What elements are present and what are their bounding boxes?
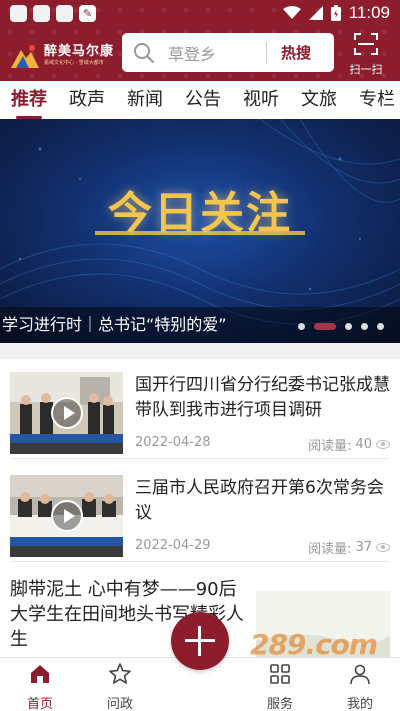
read-count-label: 阅读量: <box>308 542 352 557</box>
eye-icon <box>376 543 390 552</box>
scan-button[interactable]: 扫一扫 <box>344 33 388 76</box>
notification-icons: ✎ <box>10 5 96 22</box>
play-video-icon[interactable] <box>51 500 83 532</box>
hot-search-button[interactable]: 热搜 <box>281 42 311 63</box>
nav-home-label: 首页 <box>26 697 53 711</box>
news-item[interactable]: 三届市人民政府召开第6次常务会议 2022-04-29 阅读量: 37 <box>10 462 390 562</box>
nav-me-label: 我的 <box>346 697 373 711</box>
logo-title: 醉美马尔康 <box>44 44 115 59</box>
read-count: 阅读量: 40 <box>308 435 390 454</box>
status-bar: ✎ 11:09 <box>0 0 400 28</box>
news-item[interactable]: 国开行四川省分行纪委书记张成慧带队到我市进行项目调研 2022-04-28 阅读… <box>10 359 390 459</box>
app-header: ✎ 11:09 醉美马尔康 嘉绒文化中心 · 雪域大都市 草登乡 热搜 扫一扫 <box>0 0 400 81</box>
carousel-dot-active[interactable] <box>314 323 336 330</box>
read-count-value: 37 <box>355 540 372 555</box>
news-title: 三届市人民政府召开第6次常务会议 <box>135 478 384 523</box>
tab-recommend[interactable]: 推荐 <box>0 83 58 119</box>
star-icon <box>109 663 131 684</box>
tab-columns[interactable]: 专栏 <box>348 83 400 117</box>
carousel-dot[interactable] <box>298 323 305 330</box>
nav-service-label: 服务 <box>266 697 293 711</box>
user-icon <box>350 664 370 685</box>
news-title: 国开行四川省分行纪委书记张成慧带队到我市进行项目调研 <box>135 375 390 420</box>
read-count-value: 40 <box>355 437 372 452</box>
notification-icon <box>56 5 73 22</box>
notification-icon <box>33 5 50 22</box>
nav-ask[interactable]: 问政 <box>90 662 150 711</box>
search-input[interactable]: 草登乡 <box>168 41 266 65</box>
tab-culture-tourism[interactable]: 文旅 <box>290 83 348 117</box>
news-date: 2022-04-28 <box>135 435 211 450</box>
section-divider <box>0 343 400 359</box>
featured-banner[interactable]: 今日关注 学习进行时｜总书记“特别的爱” <box>0 119 400 343</box>
tab-notices[interactable]: 公告 <box>174 83 232 117</box>
play-video-icon[interactable] <box>51 397 83 429</box>
wifi-icon <box>282 6 301 19</box>
banner-headline: 今日关注 <box>108 188 292 239</box>
signal-icon <box>308 6 323 20</box>
notification-icon <box>10 5 27 22</box>
nav-service[interactable]: 服务 <box>250 662 310 711</box>
news-thumbnail <box>10 372 123 454</box>
add-button[interactable] <box>171 612 229 670</box>
home-icon <box>31 665 49 683</box>
grid-icon <box>270 664 290 684</box>
category-tabs: 推荐 政声 新闻 公告 视听 文旅 专栏 <box>0 81 400 119</box>
scan-label: 扫一扫 <box>349 63 383 76</box>
tab-news[interactable]: 新闻 <box>116 83 174 117</box>
nav-ask-label: 问政 <box>106 697 133 711</box>
read-count: 阅读量: 37 <box>308 538 390 557</box>
app-logo[interactable]: 醉美马尔康 嘉绒文化中心 · 雪域大都市 <box>10 40 118 72</box>
read-count-label: 阅读量: <box>308 439 352 454</box>
tab-media[interactable]: 视听 <box>232 83 290 117</box>
search-icon <box>134 42 154 63</box>
carousel-dot[interactable] <box>377 323 384 330</box>
news-thumbnail <box>10 475 123 557</box>
nav-me[interactable]: 我的 <box>330 662 390 711</box>
carousel-dot[interactable] <box>345 323 352 330</box>
carousel-dot[interactable] <box>361 323 368 330</box>
scan-icon <box>354 33 378 55</box>
search-bar[interactable]: 草登乡 热搜 <box>122 33 334 72</box>
clock: 11:09 <box>348 3 390 22</box>
news-date: 2022-04-29 <box>135 538 211 553</box>
eye-icon <box>376 440 390 449</box>
tab-politics[interactable]: 政声 <box>58 83 116 117</box>
app-notification-icon: ✎ <box>79 5 96 22</box>
carousel-indicator <box>298 323 384 330</box>
search-divider <box>266 41 267 64</box>
battery-icon <box>330 5 341 21</box>
status-right: 11:09 <box>282 3 390 23</box>
nav-home[interactable]: 首页 <box>10 662 70 711</box>
mountain-logo-icon <box>11 45 39 68</box>
logo-subtitle: 嘉绒文化中心 · 雪域大都市 <box>44 60 104 66</box>
